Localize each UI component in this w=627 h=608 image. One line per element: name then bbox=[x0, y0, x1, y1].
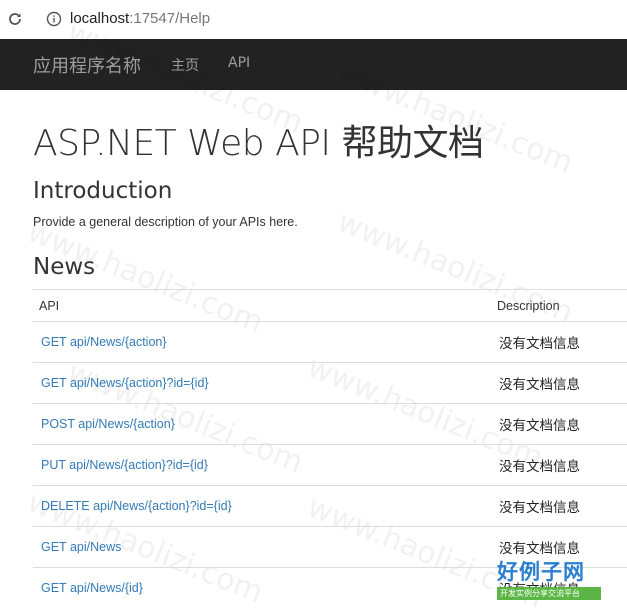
api-link[interactable]: DELETE api/News/{action}?id={id} bbox=[33, 485, 491, 527]
reload-icon[interactable] bbox=[7, 11, 23, 27]
url-path: :17547/Help bbox=[129, 10, 211, 27]
api-link[interactable]: GET api/News/{id} bbox=[33, 567, 491, 608]
watermark-logo: 好例子网 开发实例分享交流平台 bbox=[497, 556, 601, 602]
api-link[interactable]: GET api/News/{action} bbox=[33, 321, 491, 363]
api-description: 没有文档信息 bbox=[491, 444, 627, 486]
intro-text: Provide a general description of your AP… bbox=[33, 215, 298, 229]
api-link[interactable]: PUT api/News/{action}?id={id} bbox=[33, 444, 491, 486]
section-heading-news: News bbox=[33, 254, 96, 280]
info-icon[interactable] bbox=[46, 11, 62, 27]
table-row: DELETE api/News/{action}?id={id} 没有文档信息 bbox=[33, 485, 627, 527]
table-row: PUT api/News/{action}?id={id} 没有文档信息 bbox=[33, 444, 627, 486]
browser-address-bar: localhost:17547/Help bbox=[0, 0, 627, 39]
table-row: GET api/News/{action}?id={id} 没有文档信息 bbox=[33, 362, 627, 404]
intro-heading: Introduction bbox=[33, 178, 173, 204]
page-title: ASP.NET Web API 帮助文档 bbox=[33, 123, 484, 164]
column-header-api: API bbox=[33, 289, 491, 322]
watermark-logo-text: 好例子网 bbox=[497, 560, 585, 584]
table-header-row: API Description bbox=[33, 289, 627, 322]
brand-link[interactable]: 应用程序名称 bbox=[33, 52, 141, 78]
api-link[interactable]: POST api/News/{action} bbox=[33, 403, 491, 445]
nav-link-api[interactable]: API bbox=[228, 55, 250, 71]
url-host: localhost bbox=[70, 10, 130, 27]
api-description: 没有文档信息 bbox=[491, 485, 627, 527]
watermark-logo-subtext: 开发实例分享交流平台 bbox=[497, 587, 601, 600]
api-link[interactable]: GET api/News/{action}?id={id} bbox=[33, 362, 491, 404]
nav-link-home[interactable]: 主页 bbox=[171, 55, 199, 75]
table-row: GET api/News/{action} 没有文档信息 bbox=[33, 321, 627, 363]
table-row: POST api/News/{action} 没有文档信息 bbox=[33, 403, 627, 445]
url-field[interactable]: localhost:17547/Help bbox=[70, 10, 210, 27]
top-navbar: 应用程序名称 主页 API bbox=[0, 39, 627, 90]
column-header-description: Description bbox=[491, 289, 627, 322]
api-description: 没有文档信息 bbox=[491, 403, 627, 445]
api-description: 没有文档信息 bbox=[491, 362, 627, 404]
api-link[interactable]: GET api/News bbox=[33, 526, 491, 568]
api-description: 没有文档信息 bbox=[491, 321, 627, 363]
